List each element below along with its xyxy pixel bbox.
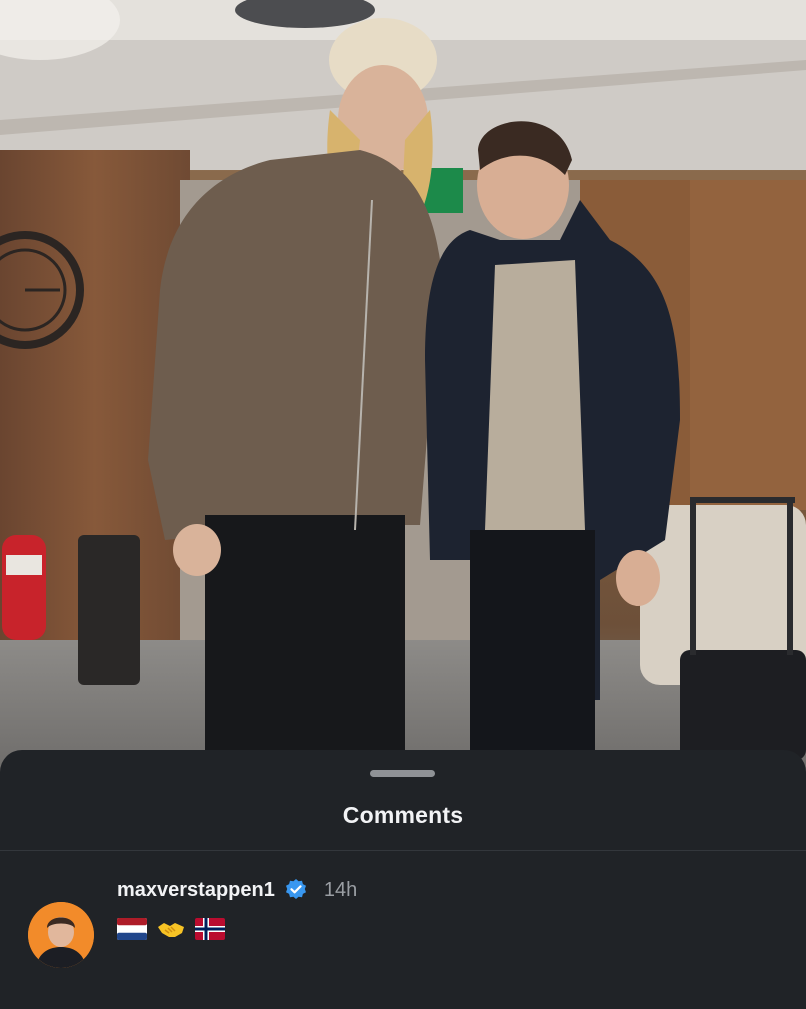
post-photo[interactable] <box>0 0 806 780</box>
photo-illustration <box>0 0 806 780</box>
handshake-icon <box>158 923 184 937</box>
avatar-portrait-icon <box>28 902 94 968</box>
norway-flag-icon <box>195 918 225 940</box>
verified-badge-icon <box>285 879 306 899</box>
username[interactable]: maxverstappen1 <box>117 879 275 902</box>
avatar[interactable] <box>28 902 94 968</box>
screen: Comments maxverstappen1 14h <box>0 0 806 1009</box>
comment-body <box>117 916 225 942</box>
sheet-title: Comments <box>342 802 464 828</box>
netherlands-flag-icon <box>117 918 147 940</box>
comment-item: maxverstappen1 14h <box>0 851 806 1009</box>
comment-timestamp: 14h <box>323 878 358 901</box>
sheet-drag-handle[interactable] <box>370 770 435 777</box>
comments-sheet: Comments maxverstappen1 14h <box>0 750 806 1009</box>
comment-header: maxverstappen1 14h <box>117 876 357 904</box>
